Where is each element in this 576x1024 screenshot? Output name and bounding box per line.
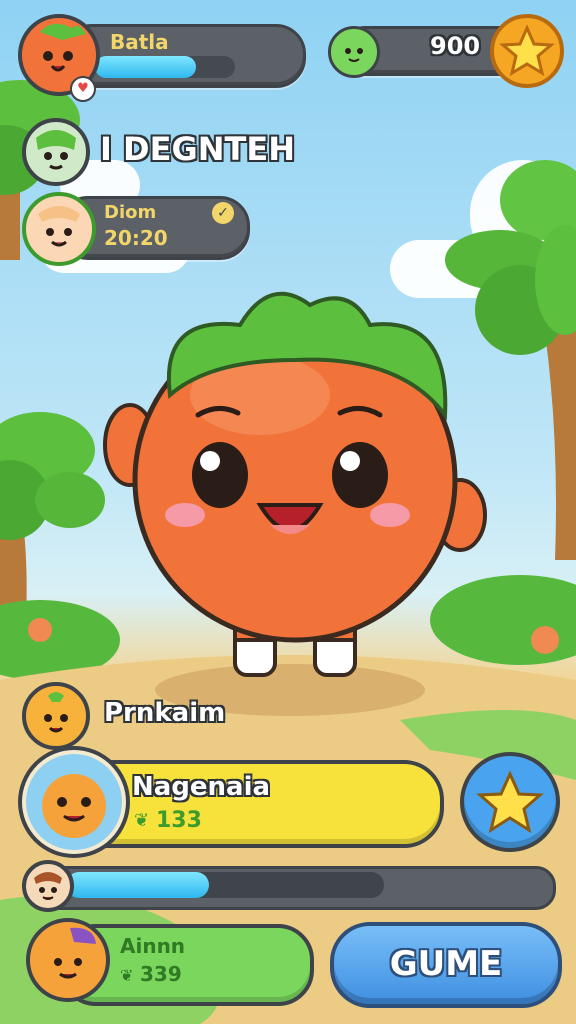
- star-icon: [476, 770, 544, 834]
- star-button[interactable]: [460, 752, 560, 852]
- xp-bar-fill: [95, 56, 196, 78]
- currency-amount: 900: [430, 32, 481, 60]
- game-button-label: GUME: [389, 944, 503, 984]
- leaf-icon: ❦: [120, 966, 134, 985]
- pumpkin-avatar[interactable]: [22, 682, 90, 750]
- rival-avatar[interactable]: [22, 192, 96, 266]
- bottom-label: Prnkaim: [104, 698, 226, 728]
- star-currency-button[interactable]: [490, 14, 564, 88]
- card2-avatar[interactable]: [26, 918, 110, 1002]
- green-blob-icon[interactable]: [328, 26, 380, 78]
- player-name: Batla: [110, 30, 169, 54]
- game-button[interactable]: GUME: [330, 922, 562, 1008]
- xp-bar: [95, 56, 235, 78]
- rival-name: Diom: [104, 202, 157, 223]
- progress-bar-fill: [66, 872, 210, 898]
- progress-bar: [66, 872, 384, 898]
- card-avatar[interactable]: [22, 750, 126, 854]
- leaf-icon: ❦: [134, 810, 150, 831]
- small-avatar[interactable]: [22, 860, 74, 912]
- card2-name: Ainnn: [120, 934, 186, 958]
- check-icon: ✓: [212, 202, 234, 224]
- card-value: 133: [156, 808, 202, 833]
- rival-time: 20:20: [104, 226, 168, 250]
- star-icon: [499, 24, 555, 77]
- heart-icon: ♥: [70, 76, 96, 102]
- card-name: Nagenaia: [132, 772, 271, 802]
- card2-value: 339: [140, 962, 182, 986]
- ally-avatar[interactable]: [22, 118, 90, 186]
- screen-title: I DEGNTEH: [100, 130, 295, 168]
- tomato-character[interactable]: [100, 275, 490, 700]
